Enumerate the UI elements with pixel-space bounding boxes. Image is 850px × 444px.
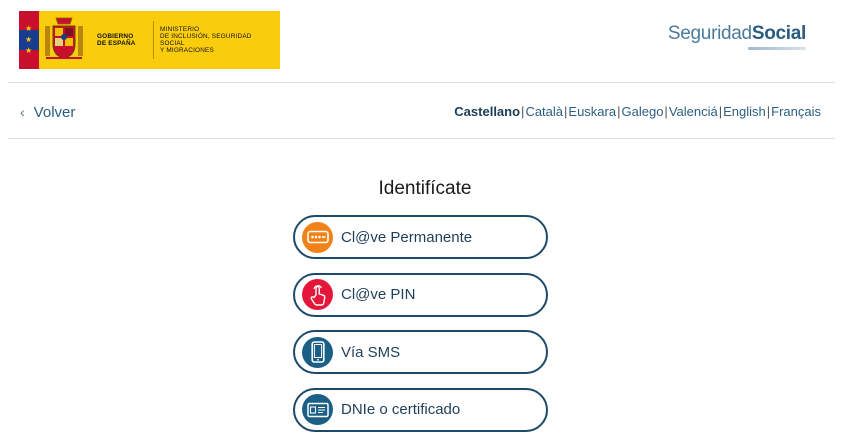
eu-flag-strip: ★ ★ ★: [19, 11, 39, 69]
id-card-icon: [302, 394, 333, 425]
mobile-phone-icon: [302, 336, 333, 368]
lang-english[interactable]: English: [723, 104, 766, 119]
lang-castellano[interactable]: Castellano: [454, 104, 520, 119]
auth-options: Cl@ve Permanente Cl@ve PIN Vía SMS DNIe …: [293, 215, 548, 444]
page-header: ★ ★ ★ Gobierno de España Minist: [0, 0, 850, 82]
government-name: Gobierno de España: [97, 33, 136, 47]
star-icon: ★: [25, 46, 33, 55]
logo-text-light: Seguridad: [667, 23, 752, 44]
seguridad-social-logo[interactable]: Seguridad Social: [668, 23, 806, 45]
star-icon: ★: [25, 24, 33, 33]
clave-permanente-button[interactable]: Cl@ve Permanente: [293, 215, 548, 259]
dnie-certificado-button[interactable]: DNIe o certificado: [293, 387, 548, 432]
option-label: DNIe o certificado: [341, 401, 461, 418]
clave-pin-button[interactable]: Cl@ve PIN: [293, 272, 548, 317]
via-sms-button[interactable]: Vía SMS: [293, 330, 548, 374]
lang-galego[interactable]: Galego: [622, 104, 664, 119]
lang-francais[interactable]: Français: [771, 104, 821, 119]
pin-touch-icon: [302, 279, 333, 310]
star-icon: ★: [25, 35, 33, 44]
header-divider: [8, 82, 835, 83]
logo-underline: [748, 47, 806, 50]
ministry-name: Ministerio de Inclusión, Seguridad Socia…: [160, 26, 252, 54]
password-dots-icon: [302, 221, 333, 253]
lang-valencia[interactable]: Valenciá: [669, 104, 718, 119]
page-title: Identifícate: [378, 178, 472, 199]
government-banner: ★ ★ ★ Gobierno de España Minist: [19, 11, 280, 69]
banner-divider: [153, 21, 154, 59]
lang-catala[interactable]: Català: [525, 104, 563, 119]
option-label: Cl@ve PIN: [341, 286, 416, 303]
lang-euskara[interactable]: Euskara: [568, 104, 616, 119]
option-label: Vía SMS: [341, 343, 401, 361]
coat-of-arms-icon: [39, 11, 89, 69]
chevron-left-icon: ‹: [20, 104, 25, 120]
back-link[interactable]: ‹ Volver: [20, 102, 75, 122]
back-label: Volver: [33, 103, 76, 121]
logo-text-bold: Social: [751, 23, 806, 44]
option-label: Cl@ve Permanente: [341, 228, 473, 246]
nav-divider: [8, 138, 835, 139]
language-selector: Castellano | Català | Euskara | Galego |…: [454, 104, 821, 119]
